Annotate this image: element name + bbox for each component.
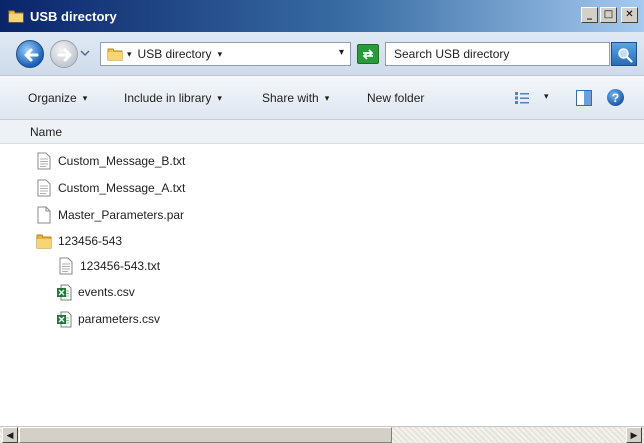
maximize-button[interactable]: □ [600,7,617,23]
organize-menu[interactable]: Organize ▾ [28,76,87,120]
search-input[interactable]: Search USB directory [385,42,610,66]
address-bar[interactable]: ▾ USB directory ▾ ▾ [100,42,351,66]
horizontal-scrollbar[interactable]: ◀ ▶ [0,426,644,443]
folder-icon [8,10,24,23]
folder-icon [107,48,123,61]
chevron-down-icon: ▾ [217,92,222,103]
folder-name: 123456-543 [58,234,123,248]
folder-icon [36,234,52,249]
list-item[interactable]: Custom_Message_B.txt [36,150,185,172]
refresh-icon [362,49,374,60]
file-name: events.csv [78,285,135,299]
include-in-library-label: Include in library [124,91,212,105]
list-item[interactable]: events.csv [56,281,135,303]
text-file-icon [37,152,51,170]
forward-button[interactable] [50,40,78,68]
list-item[interactable]: 123456-543 [36,230,122,252]
minimize-button[interactable]: _ [581,7,598,23]
breadcrumb-usb-directory[interactable]: USB directory [138,47,212,61]
chevron-down-icon: ▾ [324,92,330,103]
search-button[interactable] [611,42,637,66]
back-arrow-icon [24,48,39,62]
recent-pages-chevron-icon[interactable] [80,48,90,58]
file-name: parameters.csv [78,312,161,326]
change-view-icon[interactable] [514,91,530,105]
text-file-icon [37,179,51,197]
file-list: Custom_Message_B.txt Custom_Message_A.tx… [0,144,644,426]
new-folder-label: New folder [367,91,425,105]
column-header-name[interactable]: Name [30,125,62,139]
navigation-bar: ▾ USB directory ▾ ▾ Search USB directory [0,32,644,76]
close-button[interactable]: ✕ [621,7,638,23]
file-name: Master_Parameters.par [58,208,185,222]
preview-pane-icon [584,91,591,105]
new-folder-button[interactable]: New folder [367,76,424,120]
forward-arrow-icon [57,48,72,62]
share-with-label: Share with [262,91,319,105]
view-options-chevron-icon[interactable]: ▾ [544,91,549,102]
list-item[interactable]: 123456-543.txt [58,255,160,277]
column-header-row: Name [0,120,644,144]
scroll-right-button[interactable]: ▶ [626,427,642,443]
breadcrumb-caret[interactable]: ▾ [218,49,223,60]
list-item[interactable]: parameters.csv [56,308,160,330]
share-with-menu[interactable]: Share with ▾ [262,76,329,120]
organize-label: Organize [28,91,77,105]
excel-csv-icon [57,311,72,328]
refresh-button[interactable] [357,44,379,64]
blank-file-icon [37,206,51,224]
help-button[interactable]: ? [607,89,624,106]
text-file-icon [59,257,73,275]
list-item[interactable]: Custom_Message_A.txt [36,177,185,199]
breadcrumb-separator[interactable]: ▾ [127,49,132,60]
back-button[interactable] [16,40,44,68]
list-item[interactable]: Master_Parameters.par [36,204,184,226]
preview-pane-button[interactable] [576,90,592,106]
file-name: Custom_Message_A.txt [58,181,186,195]
file-name: Custom_Message_B.txt [58,154,186,168]
window-title: USB directory [30,8,117,24]
scroll-left-button[interactable]: ◀ [2,427,18,443]
command-bar: Organize ▾ Include in library ▾ Share wi… [0,76,644,120]
window-controls: _ □ ✕ [581,7,638,23]
explorer-window: USB directory _ □ ✕ ▾ USB directory ▾ ▾ … [0,0,644,443]
search-icon [618,48,633,63]
excel-csv-icon [57,284,72,301]
title-bar[interactable]: USB directory _ □ ✕ [0,0,644,32]
scroll-thumb[interactable] [19,427,392,443]
chevron-down-icon: ▾ [82,92,88,103]
address-dropdown-button[interactable]: ▾ [339,47,344,58]
file-name: 123456-543.txt [80,259,161,273]
include-in-library-menu[interactable]: Include in library ▾ [124,76,222,120]
